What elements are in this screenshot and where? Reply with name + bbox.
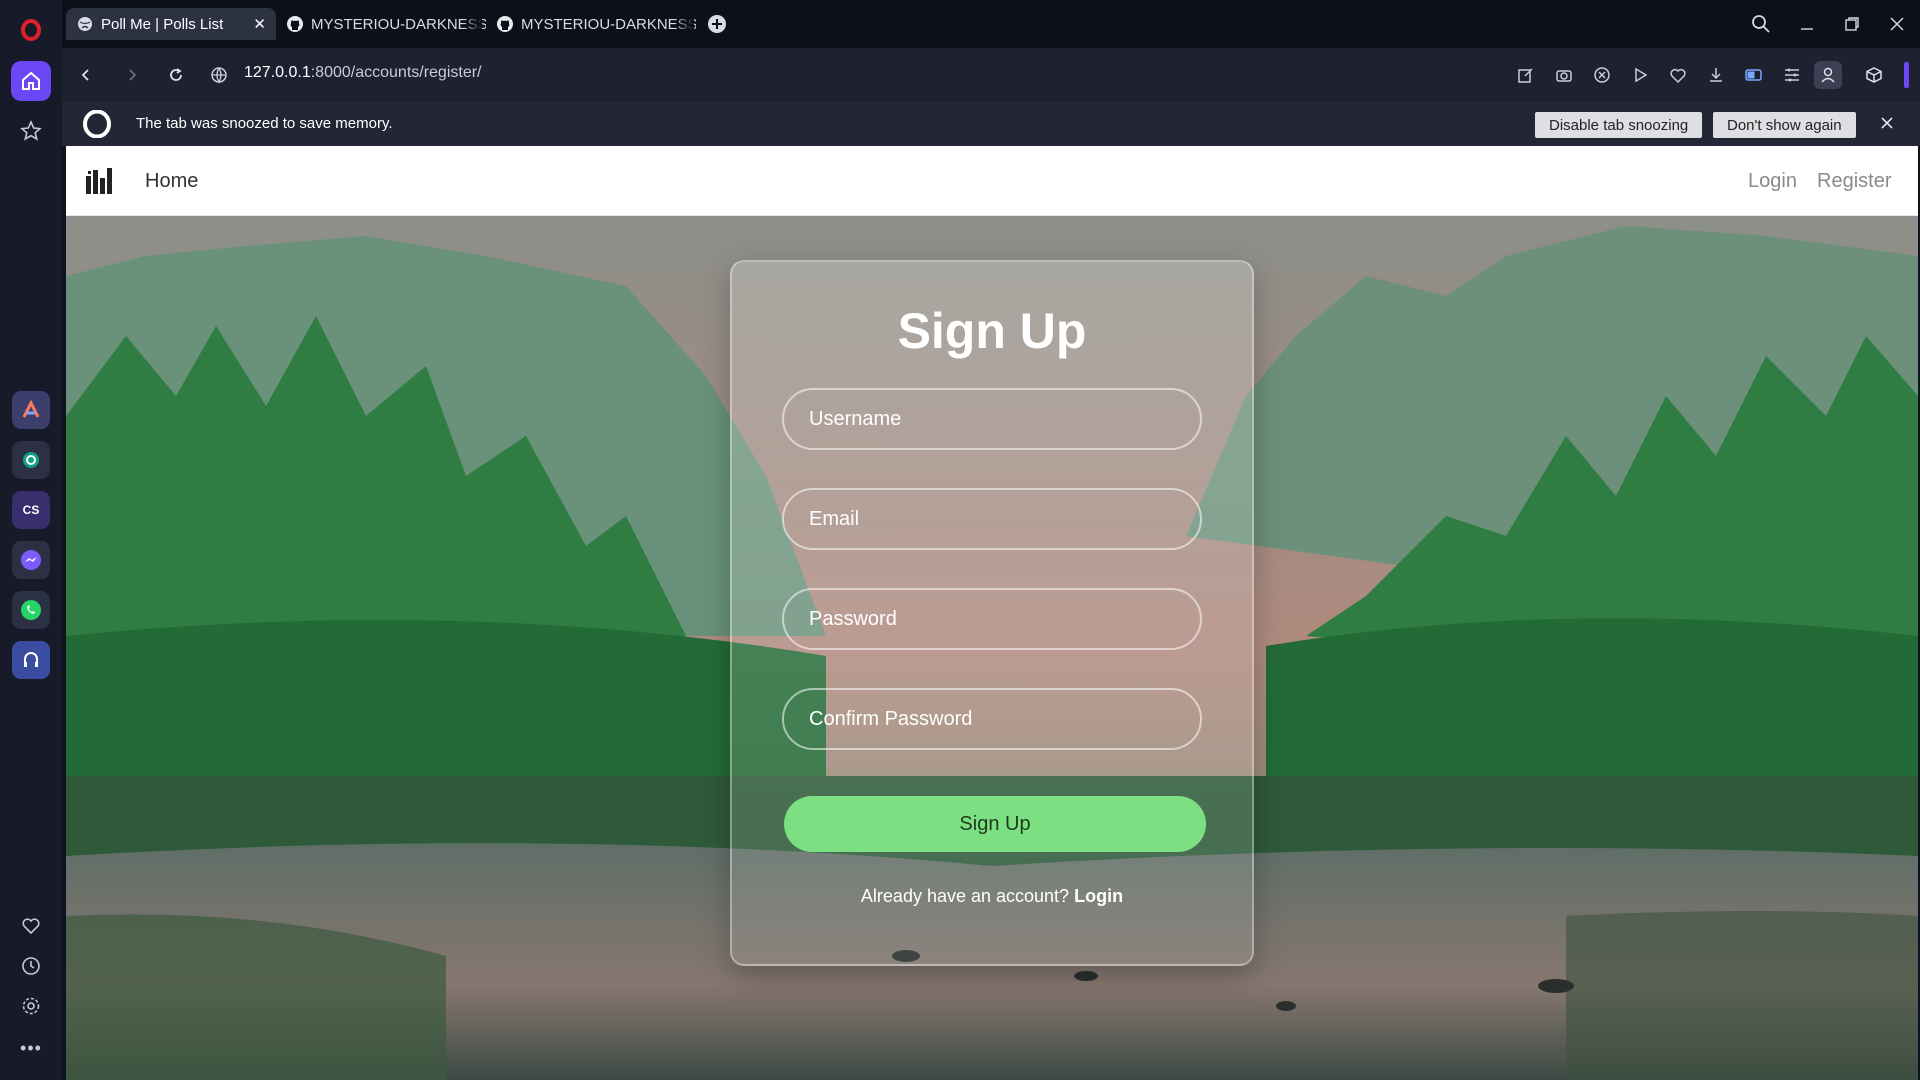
site-logo-icon[interactable] <box>86 168 116 199</box>
already-account-text: Already have an account? Login <box>732 886 1252 907</box>
hero-background: Sign Up Username Email Password Confirm … <box>66 216 1918 1080</box>
snooze-message: The tab was snoozed to save memory. <box>136 115 393 132</box>
tab-close-icon[interactable]: ✕ <box>253 15 266 33</box>
player-icon[interactable] <box>1626 61 1654 89</box>
plus-icon <box>708 15 726 33</box>
opera-logo-icon[interactable] <box>11 10 51 50</box>
nav-register-link[interactable]: Register <box>1817 170 1891 193</box>
confirm-password-input[interactable]: Confirm Password <box>782 688 1202 750</box>
tab-poll-me[interactable]: Poll Me | Polls List ✕ <box>66 8 276 40</box>
settings-icon[interactable] <box>11 986 51 1026</box>
github-icon <box>286 15 304 33</box>
easy-setup-icon[interactable] <box>1778 61 1806 89</box>
opera-o-icon <box>82 109 112 143</box>
chatgpt-icon[interactable] <box>12 441 50 479</box>
minimize-icon[interactable] <box>1784 0 1830 48</box>
close-window-icon[interactable] <box>1874 0 1920 48</box>
messenger-icon[interactable] <box>12 541 50 579</box>
site-navbar: Home Login Register <box>66 146 1918 216</box>
tab-github-1[interactable]: MYSTERIOU-DARKNESS/V <box>276 8 486 40</box>
battery-saver-icon[interactable] <box>1740 61 1768 89</box>
globe-icon <box>76 15 94 33</box>
star-icon[interactable] <box>11 111 51 151</box>
signup-submit-button[interactable]: Sign Up <box>784 796 1206 852</box>
url-host: 127.0.0.1 <box>244 64 311 81</box>
snapshot-camera-icon[interactable] <box>1550 61 1578 89</box>
tab-github-2[interactable]: MYSTERIOU-DARKNESS/V <box>486 8 696 40</box>
already-account-label: Already have an account? <box>860 886 1075 906</box>
url-path: :8000/accounts/register/ <box>310 64 482 81</box>
bookmark-heart-icon[interactable] <box>1664 61 1692 89</box>
email-input[interactable]: Email <box>782 488 1202 550</box>
url-field[interactable]: 127.0.0.1:8000/accounts/register/ <box>244 64 482 82</box>
restore-icon[interactable] <box>1829 0 1875 48</box>
close-notification-icon[interactable] <box>1880 116 1894 135</box>
sidebar-toggle-handle[interactable] <box>1904 62 1909 88</box>
signup-title: Sign Up <box>897 303 1087 359</box>
cs-icon[interactable]: CS <box>12 491 50 529</box>
nav-login-link[interactable]: Login <box>1748 170 1797 193</box>
tab-title: MYSTERIOU-DARKNESS/V <box>311 15 486 33</box>
snooze-notification: The tab was snoozed to save memory. Disa… <box>62 102 1920 146</box>
new-tab-button[interactable] <box>698 8 736 40</box>
extensions-cube-icon[interactable] <box>1860 61 1888 89</box>
back-icon[interactable] <box>72 61 100 89</box>
disable-tab-snoozing-button[interactable]: Disable tab snoozing <box>1535 112 1703 138</box>
signup-card: Sign Up Username Email Password Confirm … <box>730 260 1254 966</box>
reload-icon[interactable] <box>162 61 190 89</box>
home-icon[interactable] <box>11 61 51 101</box>
address-bar-row: 127.0.0.1:8000/accounts/register/ <box>62 48 1920 102</box>
more-icon[interactable]: ••• <box>11 1028 51 1068</box>
forward-icon[interactable] <box>118 61 146 89</box>
username-input[interactable]: Username <box>782 388 1202 450</box>
history-icon[interactable] <box>11 946 51 986</box>
search-tabs-icon[interactable] <box>1738 0 1784 48</box>
edit-page-icon[interactable] <box>1512 61 1540 89</box>
login-link[interactable]: Login <box>1074 886 1123 906</box>
site-info-icon[interactable] <box>205 61 233 89</box>
adblock-icon[interactable] <box>1588 61 1616 89</box>
dont-show-again-button[interactable]: Don't show again <box>1713 112 1856 138</box>
tab-title: MYSTERIOU-DARKNESS/V <box>521 15 696 33</box>
profile-icon[interactable] <box>1814 61 1842 89</box>
whatsapp-icon[interactable] <box>12 591 50 629</box>
heart-icon[interactable] <box>11 906 51 946</box>
web-page: Home Login Register Sign Up Username Ema… <box>66 146 1918 1080</box>
aria-icon[interactable] <box>12 391 50 429</box>
password-input[interactable]: Password <box>782 588 1202 650</box>
tab-title: Poll Me | Polls List <box>101 15 224 33</box>
tab-strip: Poll Me | Polls List ✕ MYSTERIOU-DARKNES… <box>62 0 1920 48</box>
music-player-icon[interactable] <box>12 641 50 679</box>
download-icon[interactable] <box>1702 61 1730 89</box>
github-icon <box>496 15 514 33</box>
browser-sidebar: CS ••• <box>0 0 62 1080</box>
nav-home-link[interactable]: Home <box>145 170 198 193</box>
